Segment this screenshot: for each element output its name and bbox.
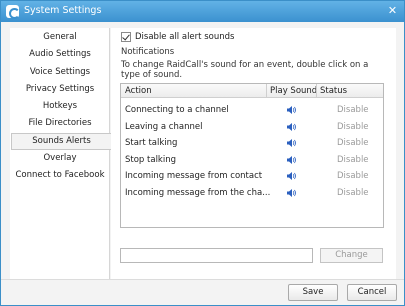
- sound-events-table: Action Play Sound Status Connecting to a…: [120, 83, 384, 228]
- sidebar-item-general[interactable]: General: [10, 29, 110, 46]
- sound-file-input[interactable]: [120, 248, 313, 263]
- speaker-icon[interactable]: [286, 171, 296, 181]
- notifications-label: Notifications: [121, 47, 175, 57]
- sidebar-item-privacy-settings[interactable]: Privacy Settings: [10, 81, 110, 98]
- speaker-icon[interactable]: [286, 122, 296, 132]
- speaker-icon[interactable]: [286, 155, 296, 165]
- status-cell: Disable: [337, 155, 369, 165]
- action-cell: Incoming message from contact: [125, 171, 263, 181]
- settings-window: System Settings ✕ General Audio Settings…: [0, 0, 405, 306]
- column-header-status[interactable]: Status: [320, 86, 347, 96]
- window-title: System Settings: [24, 5, 102, 16]
- status-cell: Disable: [337, 122, 369, 132]
- table-header: Action Play Sound Status: [121, 84, 383, 98]
- sidebar-item-hotkeys[interactable]: Hotkeys: [10, 98, 110, 115]
- sidebar-item-overlay[interactable]: Overlay: [10, 150, 110, 167]
- column-divider[interactable]: [266, 84, 267, 98]
- sidebar-item-connect-to-facebook[interactable]: Connect to Facebook: [10, 167, 110, 184]
- column-divider[interactable]: [316, 84, 317, 98]
- close-button[interactable]: ✕: [385, 4, 400, 18]
- settings-sidebar: General Audio Settings Voice Settings Pr…: [10, 28, 111, 279]
- title-bar[interactable]: System Settings ✕: [1, 1, 404, 22]
- sidebar-item-voice-settings[interactable]: Voice Settings: [10, 64, 110, 81]
- table-row[interactable]: Connecting to a channel Disable: [121, 102, 383, 118]
- status-cell: Disable: [337, 188, 369, 198]
- table-row[interactable]: Leaving a channel Disable: [121, 119, 383, 135]
- action-cell: Leaving a channel: [125, 122, 203, 132]
- sounds-alerts-panel: Disable all alert sounds Notifications T…: [111, 28, 396, 279]
- status-cell: Disable: [337, 138, 369, 148]
- speaker-icon[interactable]: [286, 105, 296, 115]
- status-cell: Disable: [337, 105, 369, 115]
- action-cell: Stop talking: [125, 155, 176, 165]
- change-sound-button[interactable]: Change: [320, 248, 383, 263]
- sidebar-item-audio-settings[interactable]: Audio Settings: [10, 46, 110, 63]
- table-row[interactable]: Incoming message from contact Disable: [121, 168, 383, 184]
- save-button[interactable]: Save: [288, 284, 338, 301]
- raidcall-logo-icon: [6, 5, 20, 19]
- cancel-button[interactable]: Cancel: [347, 284, 397, 301]
- speaker-icon[interactable]: [286, 188, 296, 198]
- disable-all-sounds-label[interactable]: Disable all alert sounds: [135, 32, 234, 42]
- table-row[interactable]: Incoming message from the cha... Disable: [121, 185, 383, 201]
- action-cell: Incoming message from the cha...: [125, 188, 271, 198]
- speaker-icon[interactable]: [286, 138, 296, 148]
- sidebar-item-sounds-alerts[interactable]: Sounds Alerts: [11, 133, 111, 150]
- notifications-hint: To change RaidCall's sound for an event,…: [121, 60, 369, 80]
- column-header-action[interactable]: Action: [125, 86, 152, 96]
- disable-all-sounds-checkbox[interactable]: [121, 32, 131, 42]
- sidebar-item-file-directories[interactable]: File Directories: [10, 115, 110, 132]
- action-cell: Connecting to a channel: [125, 105, 229, 115]
- table-row[interactable]: Stop talking Disable: [121, 152, 383, 168]
- status-cell: Disable: [337, 171, 369, 181]
- footer-divider: [1, 279, 404, 280]
- table-row[interactable]: Start talking Disable: [121, 135, 383, 151]
- action-cell: Start talking: [125, 138, 178, 148]
- column-header-play-sound[interactable]: Play Sound: [270, 86, 317, 96]
